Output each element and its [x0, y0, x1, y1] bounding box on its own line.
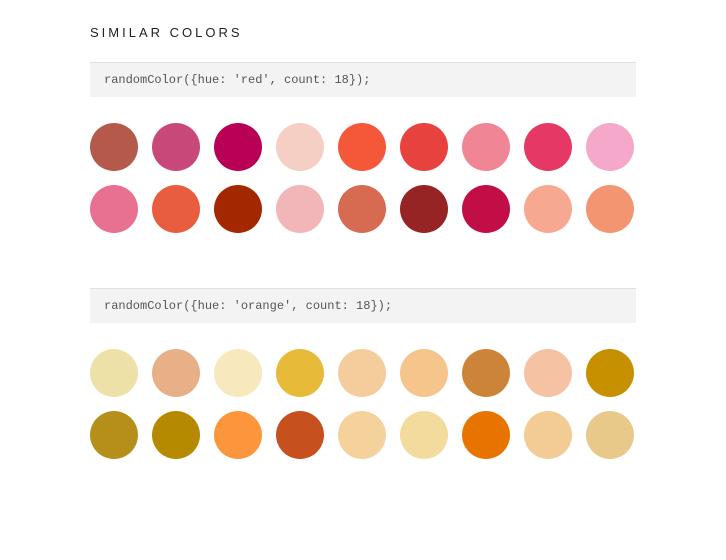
color-swatch [586, 349, 634, 397]
color-swatch [152, 349, 200, 397]
color-swatch [90, 349, 138, 397]
color-swatch [524, 185, 572, 233]
color-swatch [586, 123, 634, 171]
color-swatch [400, 411, 448, 459]
color-swatch [338, 123, 386, 171]
color-swatch [462, 123, 510, 171]
color-swatch [90, 411, 138, 459]
swatch-grid-orange [90, 349, 636, 459]
example-red: randomColor({hue: 'red', count: 18}); [90, 62, 636, 233]
color-swatch [276, 123, 324, 171]
color-swatch [524, 123, 572, 171]
color-swatch [586, 185, 634, 233]
color-swatch [214, 349, 262, 397]
code-snippet-orange: randomColor({hue: 'orange', count: 18}); [90, 289, 636, 323]
color-swatch [400, 185, 448, 233]
color-swatch [400, 123, 448, 171]
code-snippet-red: randomColor({hue: 'red', count: 18}); [90, 63, 636, 97]
color-swatch [276, 185, 324, 233]
color-swatch [524, 411, 572, 459]
color-swatch [400, 349, 448, 397]
color-swatch [152, 123, 200, 171]
color-swatch [152, 185, 200, 233]
color-swatch [276, 411, 324, 459]
color-swatch [586, 411, 634, 459]
example-orange: randomColor({hue: 'orange', count: 18}); [90, 288, 636, 459]
color-swatch [276, 349, 324, 397]
color-swatch [338, 185, 386, 233]
color-swatch [214, 123, 262, 171]
swatch-grid-red [90, 123, 636, 233]
color-swatch [462, 185, 510, 233]
color-swatch [338, 349, 386, 397]
color-swatch [152, 411, 200, 459]
color-swatch [524, 349, 572, 397]
color-swatch [462, 349, 510, 397]
section-title: SIMILAR COLORS [90, 25, 636, 40]
color-swatch [338, 411, 386, 459]
color-swatch [90, 123, 138, 171]
color-swatch [214, 411, 262, 459]
color-swatch [462, 411, 510, 459]
color-swatch [90, 185, 138, 233]
color-swatch [214, 185, 262, 233]
